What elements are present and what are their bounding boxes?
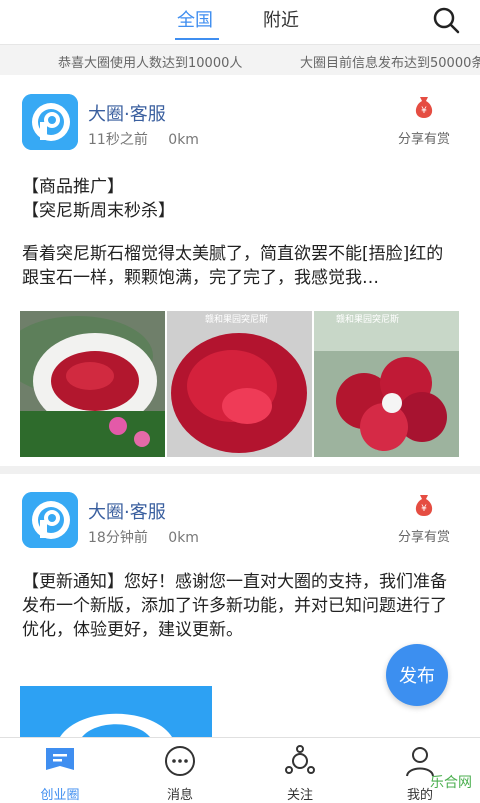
reward-button[interactable]: ¥ 分享有赏 [394,492,454,545]
image-tag: 赣和果园突尼斯 [336,313,399,325]
announcement-ticker: 恭喜大圈使用人数达到10000人 大圈目前信息发布达到50000条 [0,45,480,75]
ticker-message-1: 恭喜大圈使用人数达到10000人 [58,56,243,71]
post-body[interactable]: 看着突尼斯石榴觉得太美腻了，简直欲罢不能[捂脸]红的跟宝石一样，颗颗饱满，完了完… [22,242,458,290]
reward-label: 分享有赏 [397,132,450,147]
nav-label: 创业圈 [40,788,80,803]
reward-button[interactable]: ¥ 分享有赏 [394,94,454,147]
post-meta: 11秒之前 0km [88,129,199,149]
chat-bubble-icon [46,748,74,770]
nav-item-startup-circle[interactable]: 创业圈 [0,738,120,803]
app-logo-icon [22,492,78,548]
pomegranate-open-image: 赣和果园突尼斯 [314,311,459,457]
pomegranate-plate-image [20,311,165,457]
top-bar: 全国 附近 [0,0,480,45]
username[interactable]: 大圈·客服 [88,100,166,126]
post-image[interactable]: 赣和果园突尼斯 [314,311,459,457]
tab-underline [175,38,219,40]
post-meta: 18分钟前 0km [88,527,199,547]
svg-text:¥: ¥ [421,106,427,116]
nav-label: 关注 [286,788,313,803]
nav-item-follow[interactable]: 关注 [240,738,360,803]
pomegranate-seeds-image: 赣和果园突尼斯 [167,311,312,457]
post-divider [0,466,480,474]
avatar[interactable] [22,94,78,150]
post-distance: 0km [168,132,199,148]
avatar[interactable] [22,492,78,548]
post-image[interactable]: 赣和果园突尼斯 [167,311,312,457]
post-time: 18分钟前 [88,530,148,546]
app-logo-banner-image [20,686,212,737]
post-tag-line-2: 【突尼斯周末秒杀】 [22,201,175,221]
post-tag-line-1: 【商品推广】 [22,177,124,197]
post-image[interactable] [20,686,212,737]
tab-national[interactable]: 全国 [177,6,213,32]
nav-label: 消息 [166,788,193,803]
bottom-navigation: 创业圈 消息 关注 我的 [0,737,480,803]
post-image[interactable] [20,311,165,457]
svg-text:¥: ¥ [421,504,427,514]
post-distance: 0km [168,530,199,546]
image-tag: 赣和果园突尼斯 [205,313,268,325]
message-dots-icon [165,746,195,776]
nav-item-messages[interactable]: 消息 [120,738,240,803]
post-image-gallery: 赣和果园突尼斯 赣和果园突尼斯 [20,311,460,457]
search-icon[interactable] [432,6,460,34]
watermark: 乐合网 [430,775,472,791]
share-icon [285,745,315,774]
tab-nearby[interactable]: 附近 [263,6,299,32]
post-time: 11秒之前 [88,132,148,148]
app-logo-icon [22,94,78,150]
username[interactable]: 大圈·客服 [88,498,166,524]
money-bag-icon: ¥ [415,97,433,118]
ticker-message-2: 大圈目前信息发布达到50000条 [300,56,480,71]
reward-label: 分享有赏 [397,530,450,545]
money-bag-icon: ¥ [415,495,433,516]
post-body[interactable]: 【更新通知】您好！感谢您一直对大圈的支持，我们准备发布一个新版，添加了许多新功能… [22,570,458,642]
publish-button[interactable]: 发布 [386,644,448,706]
